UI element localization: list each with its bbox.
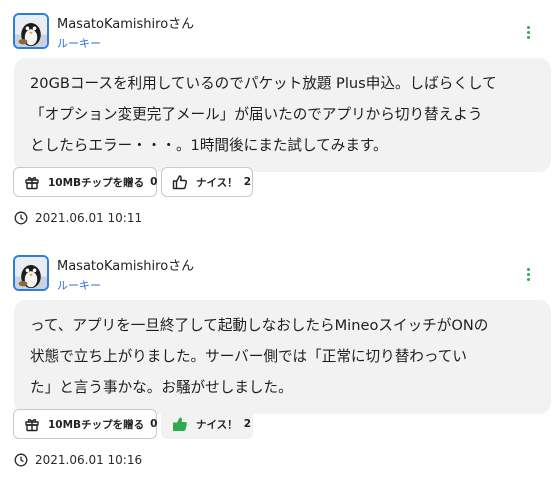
comment-line: って、アプリを一旦終了して起動しなおしたらMineoスイッチがONの	[30, 317, 489, 334]
gift-icon	[24, 174, 40, 190]
timestamp-text: 2021.06.01 10:16	[35, 453, 143, 467]
nice-count: 2	[243, 176, 251, 188]
gift-chip-button[interactable]: 10MBチップを贈る 0	[13, 167, 157, 197]
clock-icon	[14, 211, 28, 225]
gift-icon	[24, 416, 40, 432]
nice-button-label: ナイス！	[196, 176, 238, 189]
avatar[interactable]	[13, 255, 49, 291]
gift-button-label: 10MBチップを贈る	[48, 176, 145, 189]
more-options-icon[interactable]	[518, 264, 538, 284]
comment-bubble: 20GBコースを利用しているのでパケット放題 Plus申込。しばらくして 「オプ…	[14, 58, 551, 172]
nice-count: 2	[243, 418, 251, 430]
comment-line: としたらエラー・・・。1時間後にまた試してみます。	[30, 137, 388, 154]
gift-count: 0	[150, 176, 158, 188]
post-timestamp: 2021.06.01 10:16	[14, 452, 142, 468]
gift-chip-button[interactable]: 10MBチップを贈る 0	[13, 409, 157, 439]
user-rank-badge: ルーキー	[57, 279, 101, 292]
comment-line: 20GBコースを利用しているのでパケット放題 Plus申込。しばらくして	[30, 75, 497, 92]
username[interactable]: MasatoKamishiroさん	[57, 255, 194, 274]
gift-button-label: 10MBチップを贈る	[48, 418, 145, 431]
comment-line: 「オプション変更完了メール」が届いたのでアプリから切り替えよう	[30, 106, 483, 123]
comment-line: た」と言う事かな。お騒がせしました。	[30, 379, 293, 396]
username[interactable]: MasatoKamishiroさん	[57, 13, 194, 32]
clock-icon	[14, 453, 28, 467]
penguin-avatar-image	[15, 257, 47, 289]
thumbs-up-icon	[172, 174, 188, 190]
thumbs-up-icon	[172, 416, 188, 432]
nice-button-label: ナイス！	[196, 418, 238, 431]
avatar[interactable]	[13, 13, 49, 49]
penguin-avatar-image	[15, 15, 47, 47]
nice-button[interactable]: ナイス！ 2	[161, 409, 253, 439]
gift-count: 0	[150, 418, 158, 430]
post-timestamp: 2021.06.01 10:11	[14, 210, 142, 226]
comment-bubble: って、アプリを一旦終了して起動しなおしたらMineoスイッチがONの 状態で立ち…	[14, 300, 551, 414]
user-rank-badge: ルーキー	[57, 37, 101, 50]
comment-line: 状態で立ち上がりました。サーバー側では「正常に切り替わってい	[30, 348, 467, 365]
more-options-icon[interactable]	[518, 22, 538, 42]
nice-button[interactable]: ナイス！ 2	[161, 167, 253, 197]
timestamp-text: 2021.06.01 10:11	[35, 211, 143, 225]
